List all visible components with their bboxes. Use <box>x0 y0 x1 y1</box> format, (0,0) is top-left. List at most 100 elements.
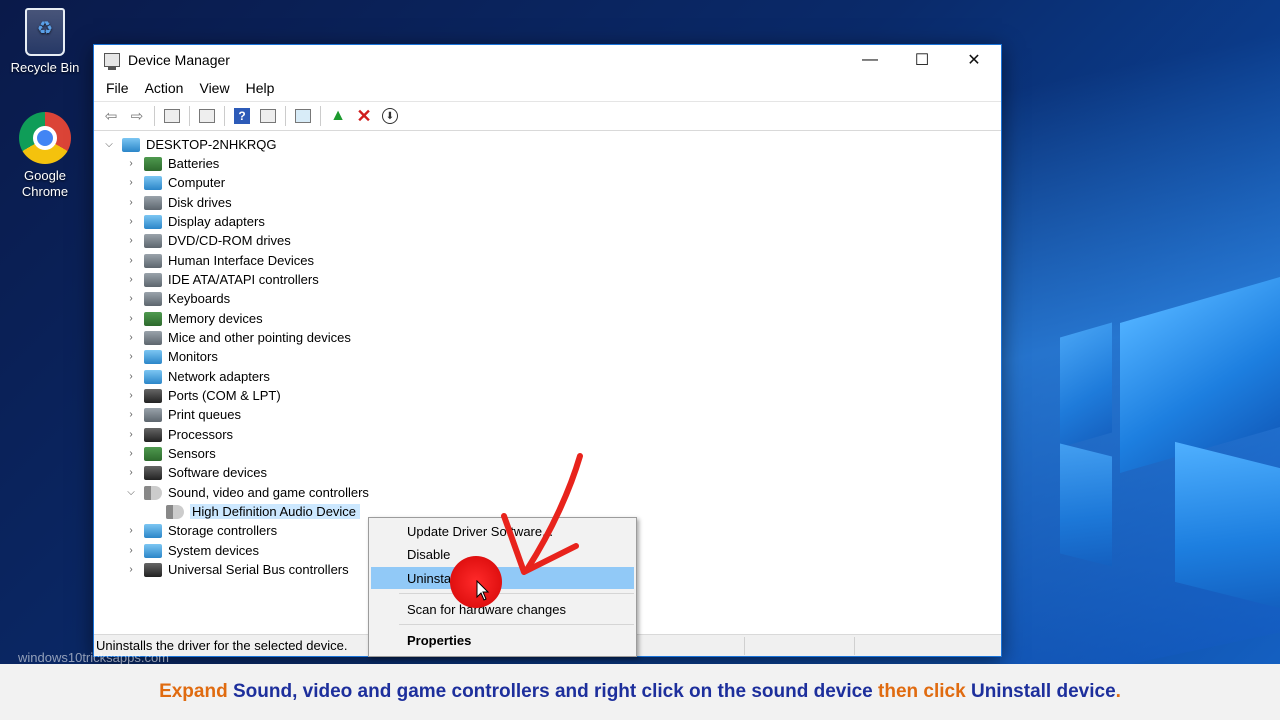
chevron-right-icon[interactable]: › <box>124 158 138 169</box>
battery-icon <box>144 156 162 171</box>
computer-icon <box>122 137 140 152</box>
speaker-icon <box>144 485 162 500</box>
menu-action[interactable]: Action <box>137 80 192 96</box>
tree-item-memory-devices[interactable]: › Memory devices <box>124 309 262 328</box>
properties-icon[interactable] <box>196 106 218 126</box>
tree-item-disk-drives[interactable]: › Disk drives <box>124 193 231 212</box>
recycle-bin-icon <box>25 8 65 56</box>
tree-root-label: DESKTOP-2NHKRQG <box>146 137 277 152</box>
disk-drive-icon <box>144 195 162 210</box>
storage-controller-icon <box>144 523 162 538</box>
mouse-pointer-icon <box>476 580 490 601</box>
chevron-right-icon[interactable]: › <box>124 197 138 208</box>
tree-item-usb-controllers[interactable]: › Universal Serial Bus controllers <box>124 560 349 579</box>
tree-root[interactable]: ⌵ DESKTOP-2NHKRQG <box>102 135 277 154</box>
memory-icon <box>144 311 162 326</box>
caption-part: Expand <box>159 681 228 702</box>
tree-item-mice[interactable]: › Mice and other pointing devices <box>124 328 351 347</box>
tree-item-label: Software devices <box>168 465 267 480</box>
system-device-icon <box>144 543 162 558</box>
minimize-button[interactable]: — <box>844 45 896 75</box>
chevron-right-icon[interactable]: › <box>124 525 138 536</box>
printer-icon <box>144 407 162 422</box>
tree-item-dvd-drives[interactable]: › DVD/CD-ROM drives <box>124 231 290 250</box>
tree-item-label: Computer <box>168 175 226 190</box>
menu-item-scan-hardware[interactable]: Scan for hardware changes <box>371 598 634 620</box>
tutorial-caption: Expand Sound, video and game controllers… <box>0 664 1280 720</box>
chevron-right-icon[interactable]: › <box>124 177 138 188</box>
tree-item-ports[interactable]: › Ports (COM & LPT) <box>124 386 281 405</box>
tree-item-system-devices[interactable]: › System devices <box>124 541 259 560</box>
chevron-right-icon[interactable]: › <box>124 467 138 478</box>
software-device-icon <box>144 465 162 480</box>
tree-item-ide-controllers[interactable]: › IDE ATA/ATAPI controllers <box>124 270 318 289</box>
menu-item-properties[interactable]: Properties <box>371 629 634 651</box>
menu-help[interactable]: Help <box>238 80 283 96</box>
back-arrow-icon[interactable]: ⇦ <box>100 106 122 126</box>
window-title: Device Manager <box>128 52 230 68</box>
scan-hardware-icon[interactable] <box>292 106 314 126</box>
chevron-right-icon[interactable]: › <box>124 235 138 246</box>
chevron-right-icon[interactable]: › <box>124 409 138 420</box>
tree-item-high-definition-audio[interactable]: High Definition Audio Device <box>166 502 361 521</box>
wallpaper-pane <box>1060 443 1112 567</box>
tree-item-monitors[interactable]: › Monitors <box>124 347 218 366</box>
wallpaper-pane <box>1060 322 1112 448</box>
chevron-down-icon[interactable]: ⌵ <box>102 139 116 150</box>
forward-arrow-icon[interactable]: ⇨ <box>126 106 148 126</box>
monitor-icon <box>144 349 162 364</box>
tree-item-sound-video[interactable]: ⌵ Sound, video and game controllers <box>124 483 369 502</box>
tree-item-sensors[interactable]: › Sensors <box>124 444 215 463</box>
tree-item-label: Ports (COM & LPT) <box>168 388 281 403</box>
chevron-right-icon[interactable]: › <box>124 274 138 285</box>
port-icon <box>144 388 162 403</box>
maximize-button[interactable]: ☐ <box>896 45 948 75</box>
chevron-right-icon[interactable]: › <box>124 564 138 575</box>
chrome-icon <box>19 112 71 164</box>
tree-item-computer[interactable]: › Computer <box>124 173 225 192</box>
toolbar: ⇦ ⇨ ? ▲ ✕ ⬇ <box>94 101 1001 131</box>
tree-item-label: Network adapters <box>168 369 270 384</box>
chevron-right-icon[interactable]: › <box>124 351 138 362</box>
chevron-right-icon[interactable]: › <box>124 255 138 266</box>
desktop-icon-label: Recycle Bin <box>10 60 80 75</box>
close-button[interactable]: ✕ <box>948 45 1000 75</box>
menu-view[interactable]: View <box>191 80 237 96</box>
tree-item-print-queues[interactable]: › Print queues <box>124 405 241 424</box>
desktop-icon-google-chrome[interactable]: Google Chrome <box>5 112 85 200</box>
tree-item-hid[interactable]: › Human Interface Devices <box>124 251 314 270</box>
desktop-icon-recycle-bin[interactable]: Recycle Bin <box>5 8 85 76</box>
chevron-right-icon[interactable]: › <box>124 545 138 556</box>
update-driver-icon[interactable]: ▲ <box>327 106 349 126</box>
tree-item-label: Human Interface Devices <box>168 253 314 268</box>
tree-item-processors[interactable]: › Processors <box>124 425 233 444</box>
status-divider <box>854 637 855 655</box>
chevron-right-icon[interactable]: › <box>124 371 138 382</box>
tree-item-network-adapters[interactable]: › Network adapters <box>124 367 270 386</box>
network-adapter-icon <box>144 369 162 384</box>
help-icon[interactable]: ? <box>231 106 253 126</box>
menu-file[interactable]: File <box>98 80 137 96</box>
download-icon[interactable]: ⬇ <box>379 106 401 126</box>
chevron-right-icon[interactable]: › <box>124 390 138 401</box>
chevron-right-icon[interactable]: › <box>124 313 138 324</box>
chevron-right-icon[interactable]: › <box>124 448 138 459</box>
mouse-icon <box>144 330 162 345</box>
uninstall-x-icon[interactable]: ✕ <box>353 106 375 126</box>
toolbar-separator <box>189 106 190 126</box>
chevron-right-icon[interactable]: › <box>124 293 138 304</box>
tree-item-display-adapters[interactable]: › Display adapters <box>124 212 265 231</box>
chevron-right-icon[interactable]: › <box>124 332 138 343</box>
tree-item-label: System devices <box>168 543 260 558</box>
tree-item-label: Universal Serial Bus controllers <box>168 562 349 577</box>
action-pane-icon[interactable] <box>257 106 279 126</box>
show-hide-console-tree-icon[interactable] <box>161 106 183 126</box>
tree-item-software-devices[interactable]: › Software devices <box>124 463 267 482</box>
chevron-right-icon[interactable]: › <box>124 216 138 227</box>
red-arrow-icon <box>501 453 583 575</box>
tree-item-storage-controllers[interactable]: › Storage controllers <box>124 521 277 540</box>
tree-item-batteries[interactable]: › Batteries <box>124 154 219 173</box>
chevron-down-icon[interactable]: ⌵ <box>124 487 138 498</box>
tree-item-keyboards[interactable]: › Keyboards <box>124 289 230 308</box>
chevron-right-icon[interactable]: › <box>124 429 138 440</box>
